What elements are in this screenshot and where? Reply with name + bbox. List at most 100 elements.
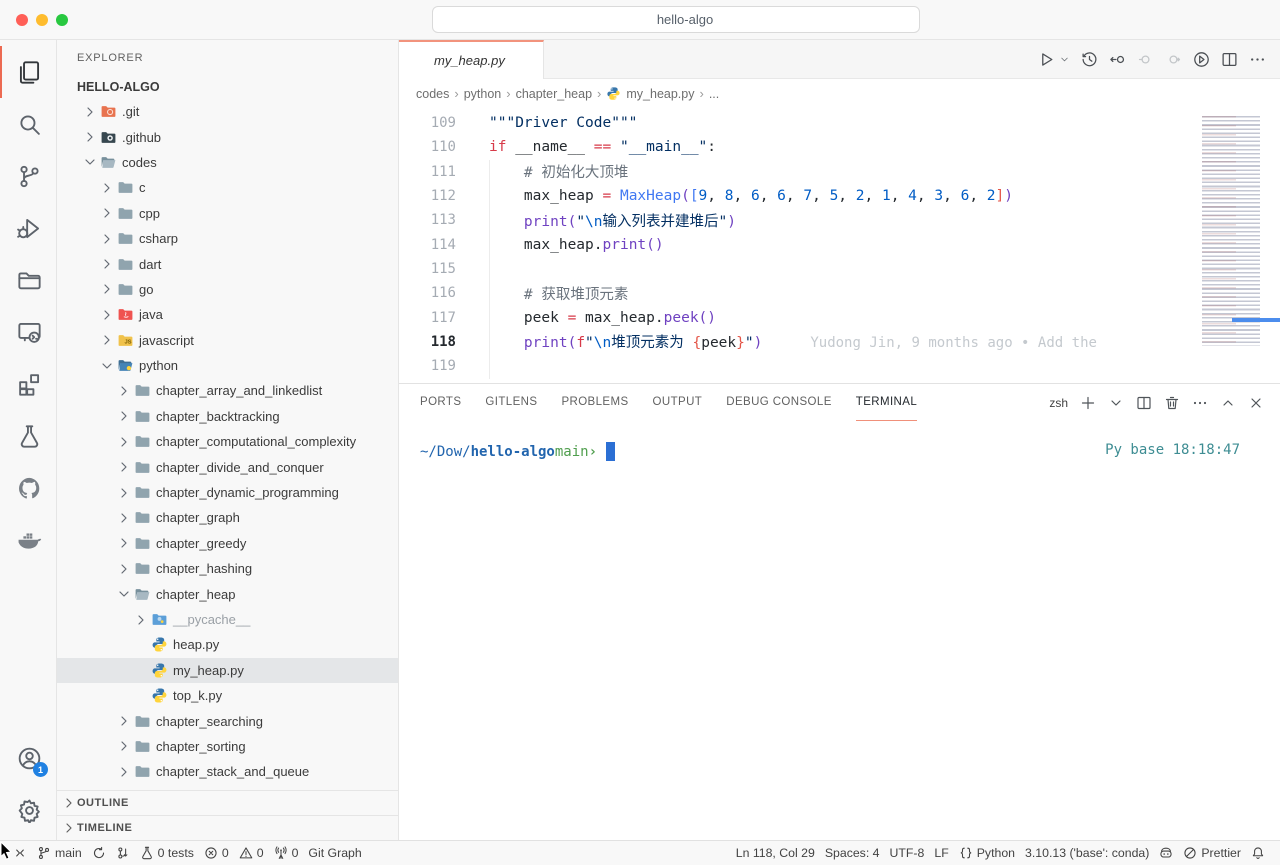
tree-item-javascript[interactable]: JSjavascript bbox=[57, 328, 398, 353]
tree-item-java[interactable]: java bbox=[57, 302, 398, 327]
tree-item-my_heap.py[interactable]: my_heap.py bbox=[57, 658, 398, 683]
code-line-114[interactable]: 114 max_heap.print() bbox=[399, 232, 1280, 256]
trash-icon[interactable] bbox=[1164, 395, 1180, 411]
status-item-errors[interactable]: 0 bbox=[199, 846, 234, 860]
breadcrumb-chapter_heap[interactable]: chapter_heap bbox=[516, 87, 592, 101]
tree-item-python[interactable]: python bbox=[57, 353, 398, 378]
sidebar-section-timeline[interactable]: TIMELINE bbox=[57, 815, 398, 840]
breadcrumb-...[interactable]: ... bbox=[709, 87, 719, 101]
tab-my-heap-py[interactable]: my_heap.py bbox=[399, 40, 544, 79]
tree-item-chapter_heap[interactable]: chapter_heap bbox=[57, 581, 398, 606]
layout-customize-icon[interactable] bbox=[1249, 11, 1266, 28]
activity-item-search[interactable] bbox=[0, 98, 56, 150]
minimap[interactable] bbox=[1194, 108, 1280, 383]
status-item-eol[interactable]: LF bbox=[929, 846, 953, 860]
tree-item-chapter_computational_complexity[interactable]: chapter_computational_complexity bbox=[57, 429, 398, 454]
tree-item-chapter_graph[interactable]: chapter_graph bbox=[57, 505, 398, 530]
tree-item-chapter_stack_and_queue[interactable]: chapter_stack_and_queue bbox=[57, 759, 398, 784]
status-item-warnings[interactable]: 0 bbox=[234, 846, 269, 860]
close-icon[interactable] bbox=[1248, 395, 1264, 411]
tree-item-csharp[interactable]: csharp bbox=[57, 226, 398, 251]
activity-item-extensions[interactable] bbox=[0, 358, 56, 410]
chevron-up-icon[interactable] bbox=[1220, 395, 1236, 411]
shell-selector[interactable]: zsh bbox=[1028, 395, 1068, 411]
more-icon[interactable] bbox=[1192, 395, 1208, 411]
breadcrumb-codes[interactable]: codes bbox=[416, 87, 449, 101]
split-editor-icon[interactable] bbox=[1136, 395, 1152, 411]
status-item-gitlens[interactable] bbox=[111, 846, 135, 860]
command-center-search[interactable]: hello-algo bbox=[432, 6, 920, 33]
tree-item-chapter_greedy[interactable]: chapter_greedy bbox=[57, 531, 398, 556]
panel-tab-terminal[interactable]: TERMINAL bbox=[856, 384, 917, 421]
tree-item-chapter_dynamic_programming[interactable]: chapter_dynamic_programming bbox=[57, 480, 398, 505]
code-line-112[interactable]: 112 max_heap = MaxHeap([9, 8, 6, 6, 7, 5… bbox=[399, 184, 1280, 208]
explorer-more-actions-icon[interactable] bbox=[368, 50, 384, 66]
chevron-down-icon[interactable] bbox=[1059, 54, 1070, 65]
activity-item-docker[interactable] bbox=[0, 514, 56, 566]
code-line-110[interactable]: 110if __name__ == "__main__": bbox=[399, 135, 1280, 159]
tree-item-.github[interactable]: .github bbox=[57, 124, 398, 149]
status-item-copilot[interactable] bbox=[1154, 846, 1178, 860]
activity-item-run-debug[interactable] bbox=[0, 202, 56, 254]
tree-item-.git[interactable]: .git bbox=[57, 99, 398, 124]
terminal[interactable]: ~/Dow/hello-algo main › Py base 18:18:47 bbox=[399, 421, 1280, 840]
tree-item-chapter_sorting[interactable]: chapter_sorting bbox=[57, 734, 398, 759]
status-item-python-interpreter[interactable]: 3.10.13 ('base': conda) bbox=[1020, 846, 1154, 860]
zoom-window-button[interactable] bbox=[56, 14, 68, 26]
minimize-window-button[interactable] bbox=[36, 14, 48, 26]
tree-item-chapter_array_and_linkedlist[interactable]: chapter_array_and_linkedlist bbox=[57, 378, 398, 403]
activity-item-folders[interactable] bbox=[0, 254, 56, 306]
history-icon[interactable] bbox=[1081, 51, 1098, 68]
status-item-tests[interactable]: 0 tests bbox=[135, 846, 199, 860]
code-line-113[interactable]: 113 print("\n输入列表并建堆后") bbox=[399, 208, 1280, 232]
activity-item-github[interactable] bbox=[0, 462, 56, 514]
panel-tab-problems[interactable]: PROBLEMS bbox=[561, 384, 628, 421]
more-icon[interactable] bbox=[1249, 51, 1266, 68]
activity-item-settings[interactable] bbox=[0, 784, 56, 836]
graph-icon[interactable] bbox=[1193, 51, 1210, 68]
sidebar-section-outline[interactable]: OUTLINE bbox=[57, 790, 398, 815]
breadcrumb-my_heap.py[interactable]: my_heap.py bbox=[626, 87, 694, 101]
tree-item-top_k.py[interactable]: top_k.py bbox=[57, 683, 398, 708]
split-editor-icon[interactable] bbox=[1221, 51, 1238, 68]
code-line-111[interactable]: 111 # 初始化大顶堆 bbox=[399, 160, 1280, 184]
tree-item-chapter_divide_and_conquer[interactable]: chapter_divide_and_conquer bbox=[57, 454, 398, 479]
status-item-ports[interactable]: 0 bbox=[269, 846, 304, 860]
status-item-branch[interactable]: main bbox=[32, 846, 87, 860]
status-item-notifications[interactable] bbox=[1246, 846, 1270, 860]
activity-item-testing[interactable] bbox=[0, 410, 56, 462]
activity-item-source-control[interactable] bbox=[0, 150, 56, 202]
tree-item-heap.py[interactable]: heap.py bbox=[57, 632, 398, 657]
code-editor[interactable]: 109"""Driver Code"""110if __name__ == "_… bbox=[399, 108, 1280, 383]
activity-item-explorer[interactable] bbox=[0, 46, 56, 98]
code-line-115[interactable]: 115 bbox=[399, 257, 1280, 281]
layout-panel-icon[interactable] bbox=[1189, 11, 1206, 28]
status-item-indentation[interactable]: Spaces: 4 bbox=[820, 846, 885, 860]
tree-item-chapter_hashing[interactable]: chapter_hashing bbox=[57, 556, 398, 581]
status-item-language-mode[interactable]: Python bbox=[954, 846, 1020, 860]
run-icon[interactable] bbox=[1038, 51, 1055, 68]
tree-item-codes[interactable]: codes bbox=[57, 150, 398, 175]
status-item-cursor-position[interactable]: Ln 118, Col 29 bbox=[731, 846, 820, 860]
open-changes-icon[interactable] bbox=[1109, 51, 1126, 68]
status-item-prettier[interactable]: Prettier bbox=[1178, 846, 1246, 860]
close-tab-icon[interactable] bbox=[516, 53, 531, 68]
code-line-109[interactable]: 109"""Driver Code""" bbox=[399, 111, 1280, 135]
panel-more-tabs-icon[interactable] bbox=[941, 384, 956, 421]
plus-icon[interactable] bbox=[1080, 395, 1096, 411]
tree-item-c[interactable]: c bbox=[57, 175, 398, 200]
code-line-119[interactable]: 119 bbox=[399, 354, 1280, 378]
close-window-button[interactable] bbox=[16, 14, 28, 26]
tree-root-hello-algo[interactable]: HELLO-ALGO bbox=[57, 75, 398, 99]
tree-item-chapter_backtracking[interactable]: chapter_backtracking bbox=[57, 404, 398, 429]
panel-tab-gitlens[interactable]: GITLENS bbox=[485, 384, 537, 421]
layout-sidebar-right-icon[interactable] bbox=[1219, 11, 1236, 28]
code-line-116[interactable]: 116 # 获取堆顶元素 bbox=[399, 281, 1280, 305]
tree-item-go[interactable]: go bbox=[57, 277, 398, 302]
activity-item-remote-explorer[interactable] bbox=[0, 306, 56, 358]
tree-item-dart[interactable]: dart bbox=[57, 251, 398, 276]
tree-item-__pycache__[interactable]: __pycache__ bbox=[57, 607, 398, 632]
panel-tab-ports[interactable]: PORTS bbox=[420, 384, 461, 421]
activity-item-accounts[interactable]: 1 bbox=[0, 732, 56, 784]
code-line-118[interactable]: 118 print(f"\n堆顶元素为 {peek}")Yudong Jin, … bbox=[399, 330, 1280, 354]
